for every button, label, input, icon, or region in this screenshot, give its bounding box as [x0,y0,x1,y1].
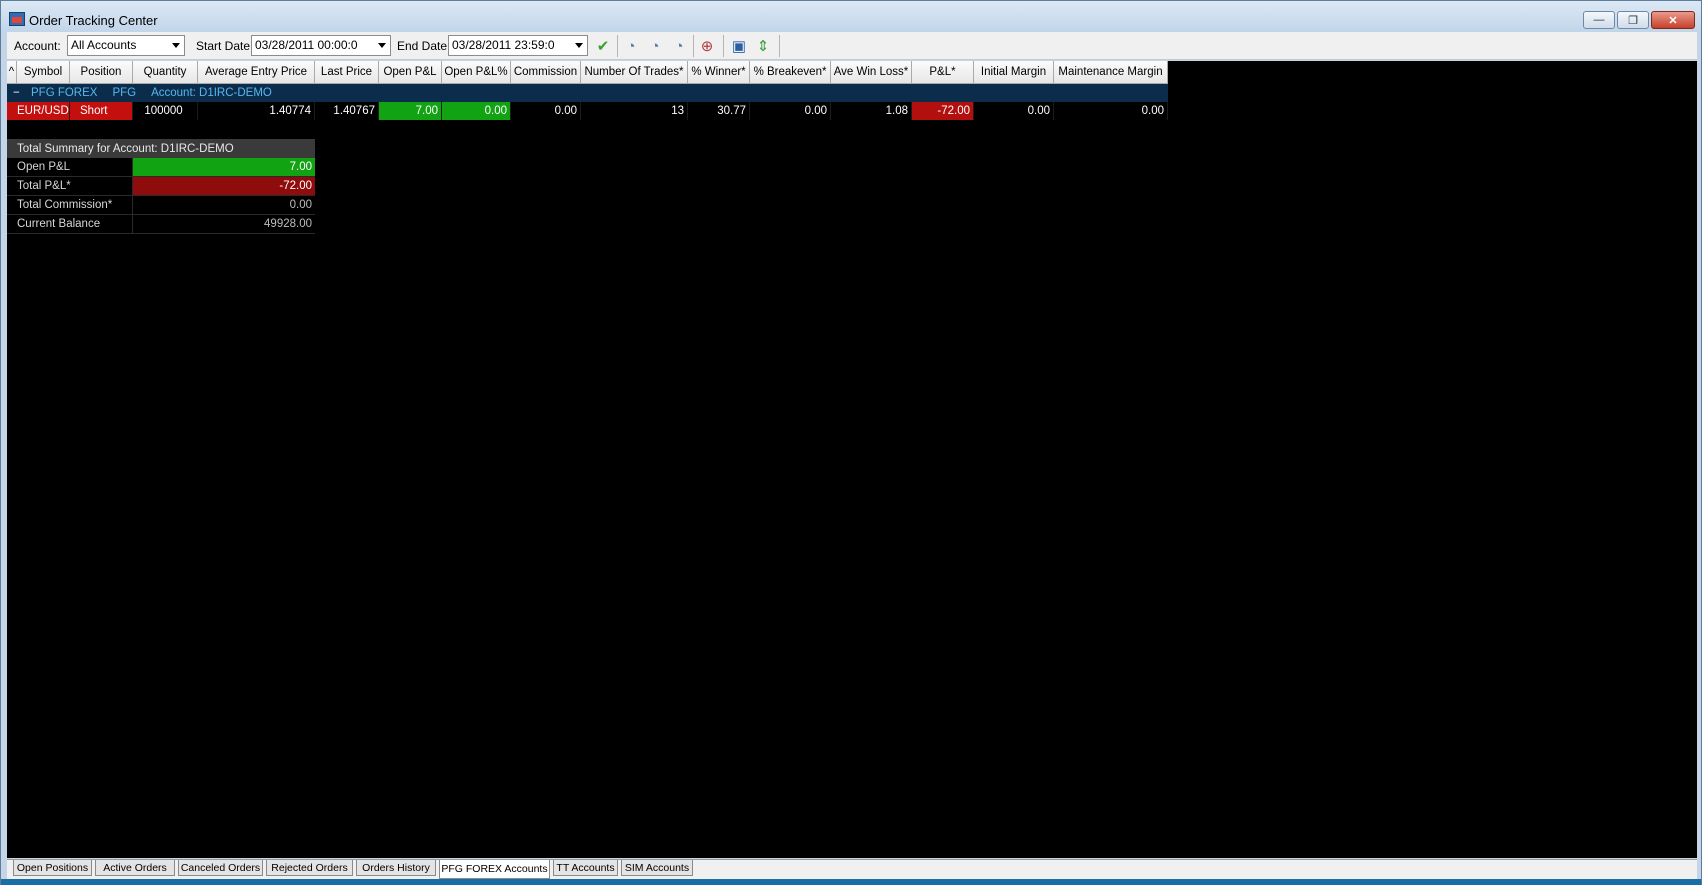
summary-row-total-commission: Total Commission* 0.00 [7,196,315,215]
chevron-down-icon [575,43,583,48]
toolbar-separator [617,35,618,57]
account-label: Account: [14,39,61,53]
tab-sim-accounts[interactable]: SIM Accounts [621,860,693,876]
window-controls: — ❐ ✕ [1583,11,1695,29]
cell-open-pnl: 7.00 [379,102,442,120]
cell-pnl: -72.00 [912,102,974,120]
summary-label: Open P&L [7,158,133,176]
week-filter-icon[interactable]: ◔ [645,36,665,56]
cell-ave-win-loss: 1.08 [831,102,912,120]
start-date-picker[interactable]: 03/28/2011 00:00:0 [251,35,391,56]
toolbar-separator [723,35,724,57]
cell-initial-margin: 0.00 [974,102,1054,120]
cell-open-pnl-pct: 0.00 [442,102,511,120]
column-header-initial-margin[interactable]: Initial Margin [974,61,1054,84]
clock-icon[interactable]: ⊕ [697,36,717,56]
close-button[interactable]: ✕ [1651,11,1695,29]
tab-canceled-orders[interactable]: Canceled Orders [178,860,263,876]
column-header-average-entry-price[interactable]: Average Entry Price [198,61,315,84]
day-filter-icon[interactable]: ◔ [621,36,641,56]
cell-maintenance-margin: 0.00 [1054,102,1168,120]
summary-row-open-pnl: Open P&L 7.00 [7,158,315,177]
end-date-value: 03/28/2011 23:59:0 [452,38,555,52]
summary-title: Total Summary for Account: D1IRC-DEMO [7,139,315,158]
account-select[interactable]: All Accounts [67,35,185,56]
cell-number-of-trades: 13 [581,102,688,120]
app-icon [9,12,25,26]
summary-value: 49928.00 [264,218,312,230]
column-header-symbol[interactable]: Symbol [17,61,70,84]
minimize-button[interactable]: — [1583,11,1615,29]
column-header-ave-win-loss[interactable]: Ave Win Loss* [831,61,912,84]
summary-value: 0.00 [289,199,312,211]
summary-label: Current Balance [7,215,133,233]
cell-average-entry-price: 1.40774 [198,102,315,120]
column-header-maintenance-margin[interactable]: Maintenance Margin [1054,61,1168,84]
end-date-label: End Date: [397,39,451,53]
sort-indicator: ^ [7,61,17,84]
column-header-number-of-trades[interactable]: Number Of Trades* [581,61,688,84]
group-account: Account: D1IRC-DEMO [151,87,272,99]
column-header-pct-breakeven[interactable]: % Breakeven* [750,61,831,84]
start-date-label: Start Date: [196,39,254,53]
save-icon[interactable]: ▣ [729,36,749,56]
tab-active-orders[interactable]: Active Orders [95,860,175,876]
summary-row-total-pnl: Total P&L* -72.00 [7,177,315,196]
title-bar: Order Tracking Center — ❐ ✕ [1,1,1701,31]
column-header-last-price[interactable]: Last Price [315,61,379,84]
chevron-down-icon [378,43,386,48]
settings-icon[interactable]: ⇕ [753,36,773,56]
chevron-down-icon [172,43,180,48]
window-title: Order Tracking Center [29,13,158,28]
summary-value: 7.00 [133,158,315,176]
order-tracking-window: Order Tracking Center — ❐ ✕ Account: All… [0,0,1702,885]
cell-quantity: 100000 [133,102,198,120]
collapse-toggle-icon[interactable]: − [7,87,21,99]
grid-header: ^ Symbol Position Quantity Average Entry… [7,61,1168,84]
accounts-panel: ^ Symbol Position Quantity Average Entry… [7,61,1697,858]
window-bottom-border [1,879,1701,885]
end-date-picker[interactable]: 03/28/2011 23:59:0 [448,35,588,56]
cell-last-price: 1.40767 [315,102,379,120]
tab-rejected-orders[interactable]: Rejected Orders [266,860,353,876]
column-header-quantity[interactable]: Quantity [133,61,198,84]
tab-pfg-forex-accounts[interactable]: PFG FOREX Accounts [439,860,550,879]
apply-check-icon[interactable]: ✔ [593,36,613,56]
column-header-position[interactable]: Position [70,61,133,84]
summary-value: -72.00 [133,177,315,195]
restore-button[interactable]: ❐ [1617,11,1649,29]
start-date-value: 03/28/2011 00:00:0 [255,38,358,52]
toolbar: Account: All Accounts Start Date: 03/28/… [7,32,1697,60]
group-broker: PFG FOREX [31,87,98,99]
column-header-open-pnl[interactable]: Open P&L [379,61,442,84]
column-header-pnl[interactable]: P&L* [912,61,974,84]
account-select-value: All Accounts [71,38,137,52]
column-header-pct-winner[interactable]: % Winner* [688,61,750,84]
account-summary-table: Total Summary for Account: D1IRC-DEMO Op… [7,139,315,234]
positions-grid: ^ Symbol Position Quantity Average Entry… [7,61,1168,120]
group-code: PFG [112,87,137,99]
bottom-tab-bar: Open Positions Active Orders Canceled Or… [7,859,1697,879]
tab-open-positions[interactable]: Open Positions [13,860,92,876]
toolbar-separator [779,35,780,57]
cell-symbol: EUR/USD [7,102,70,120]
summary-label: Total P&L* [7,177,133,195]
tab-orders-history[interactable]: Orders History [356,860,436,876]
cell-commission: 0.00 [511,102,581,120]
tab-tt-accounts[interactable]: TT Accounts [553,860,618,876]
year-filter-icon[interactable]: ◔ [669,36,689,56]
cell-pct-breakeven: 0.00 [750,102,831,120]
column-header-commission[interactable]: Commission [511,61,581,84]
account-group-row[interactable]: − PFG FOREX PFG Account: D1IRC-DEMO [7,84,1168,102]
toolbar-separator [693,35,694,57]
column-header-open-pnl-pct[interactable]: Open P&L% [442,61,511,84]
cell-position: Short [70,102,133,120]
summary-row-current-balance: Current Balance 49928.00 [7,215,315,234]
summary-label: Total Commission* [7,196,133,214]
table-row[interactable]: EUR/USD Short 100000 1.40774 1.40767 7.0… [7,102,1168,120]
cell-pct-winner: 30.77 [688,102,750,120]
